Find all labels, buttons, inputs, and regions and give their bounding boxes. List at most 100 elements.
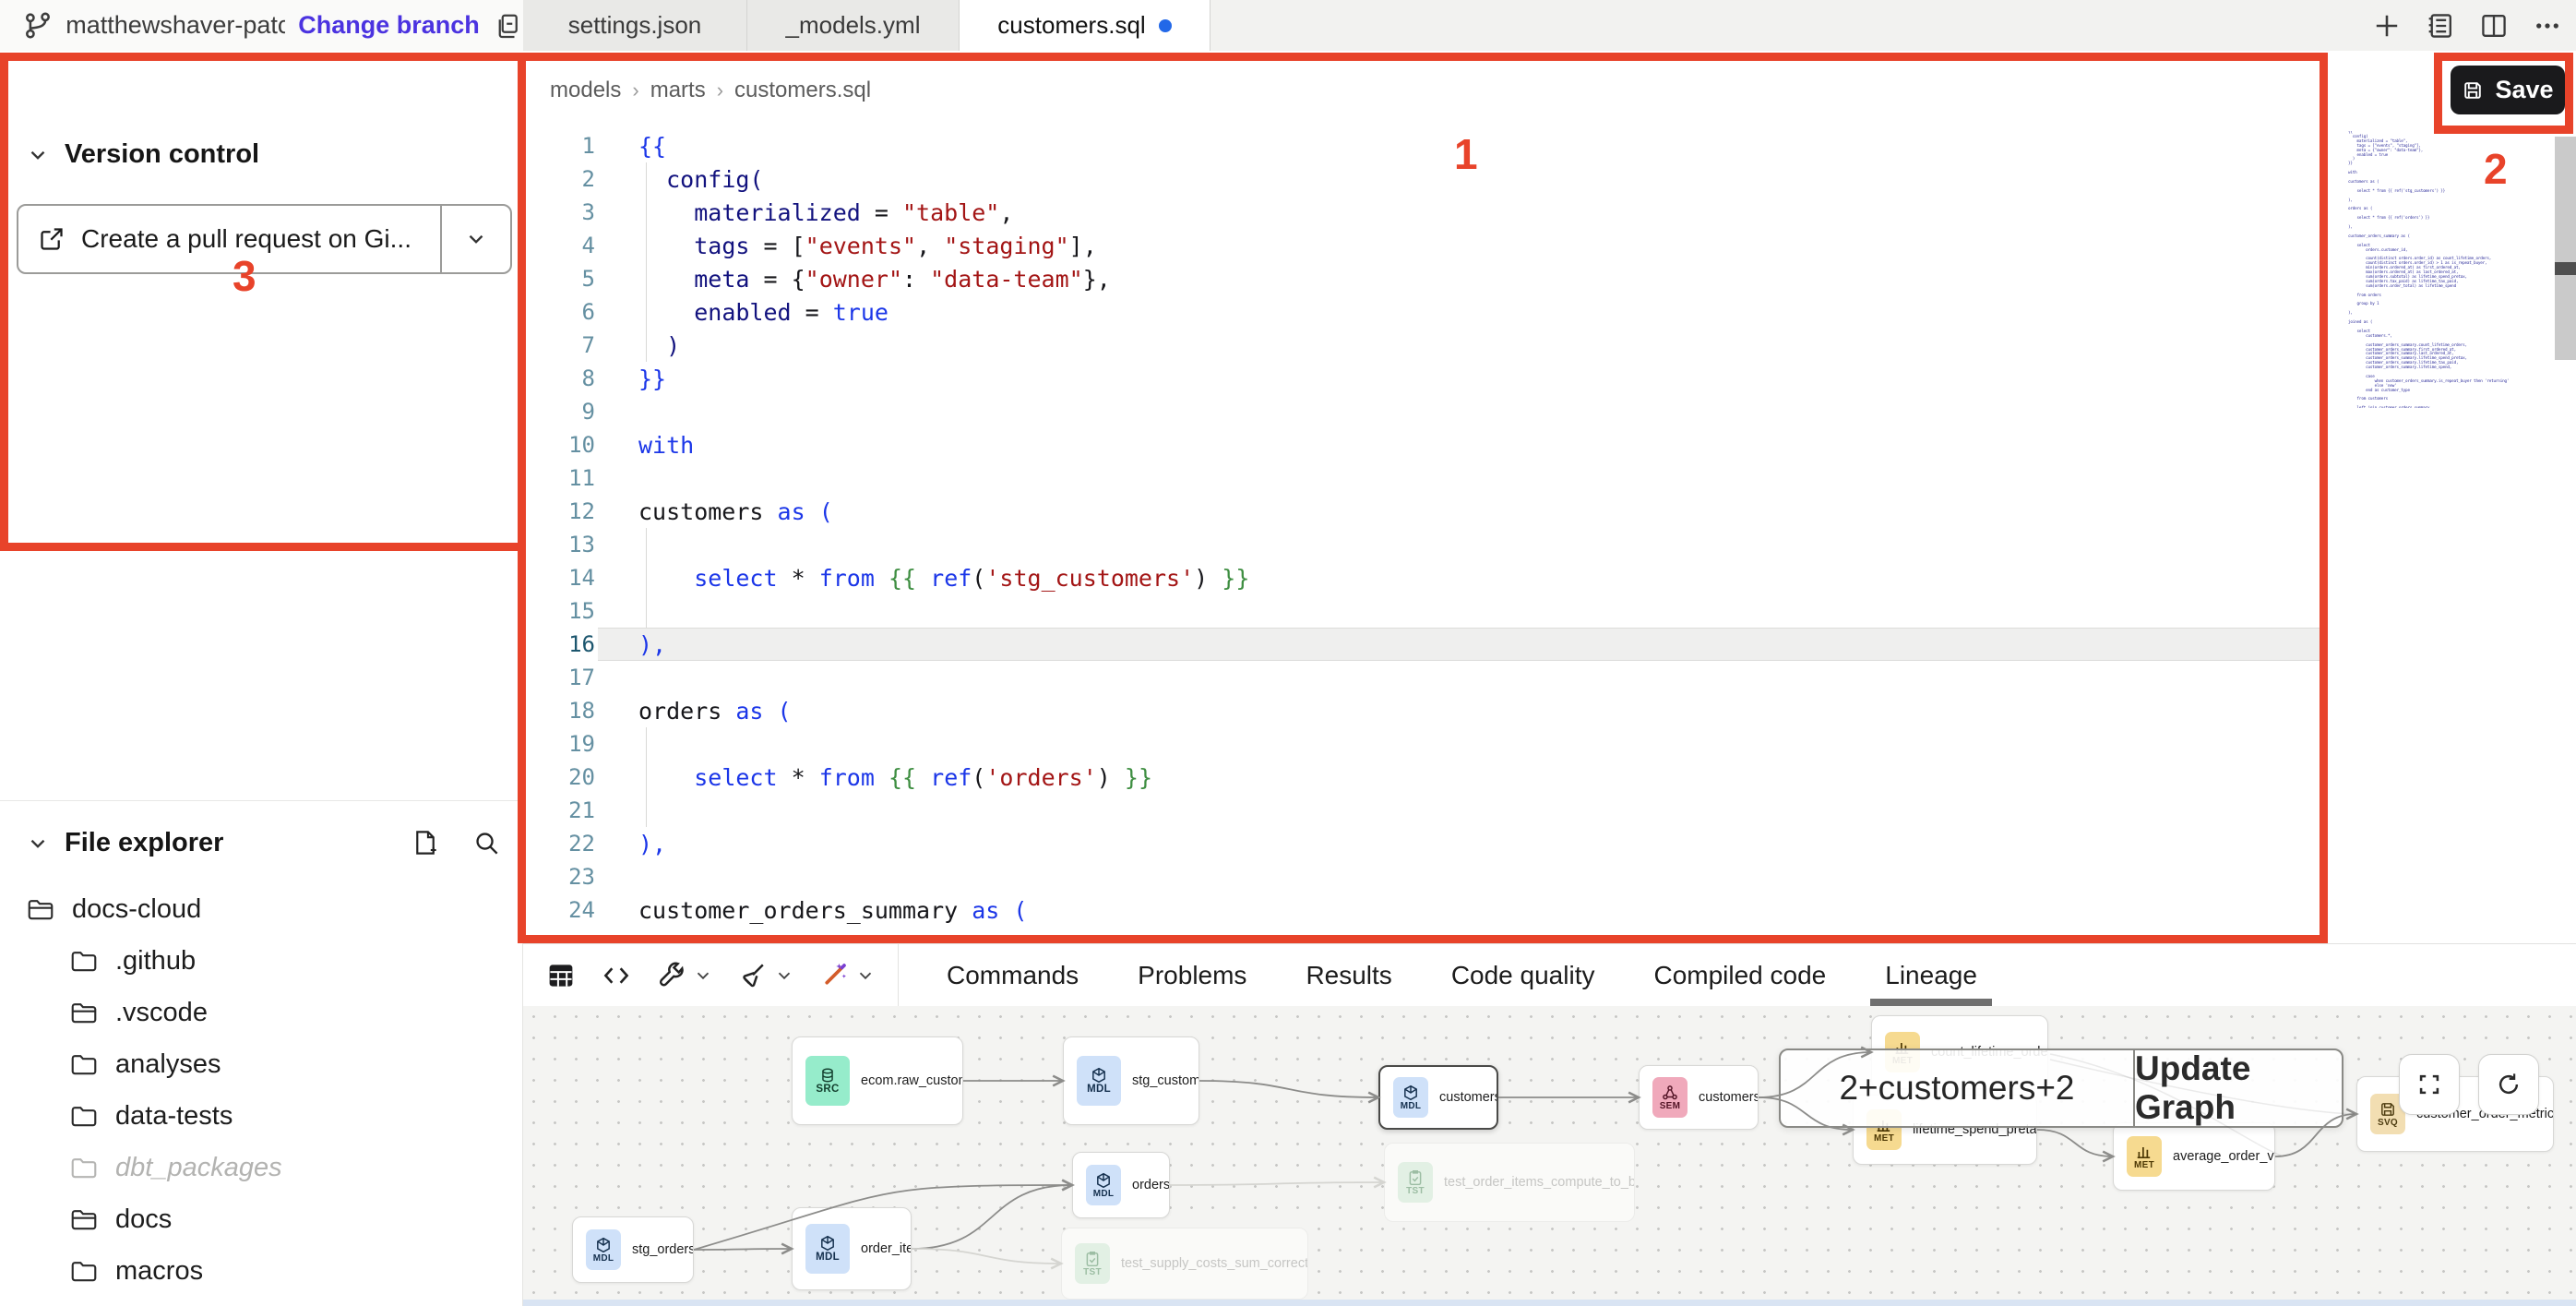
lineage-node-orders[interactable]: MDLorders — [1072, 1152, 1170, 1218]
code-editor[interactable]: 1{{2 config(3 materialized = "table",4 t… — [523, 129, 2320, 927]
code-line-19[interactable]: 19 — [523, 727, 2320, 761]
lineage-scrollbar[interactable] — [523, 1300, 2576, 1306]
lineage-node-stg_orders[interactable]: MDLstg_orders — [572, 1216, 694, 1283]
code-line-17[interactable]: 17 — [523, 661, 2320, 694]
folder-icon — [69, 1154, 99, 1181]
editor-tab-settings.json[interactable]: settings.json — [523, 0, 747, 51]
code-line-16[interactable]: 16), — [523, 628, 2320, 661]
code-line-5[interactable]: 5 meta = {"owner": "data-team"}, — [523, 262, 2320, 295]
change-branch-link[interactable]: Change branch — [298, 11, 480, 40]
code-line-7[interactable]: 7 ) — [523, 329, 2320, 362]
code-line-22[interactable]: 22), — [523, 827, 2320, 860]
preview-table-icon[interactable] — [545, 960, 577, 991]
new-file-icon[interactable] — [411, 828, 440, 857]
file-item-.github[interactable]: .github — [0, 935, 519, 987]
file-item-docs-cloud[interactable]: docs-cloud — [0, 883, 519, 935]
mdl-badge-icon: MDL — [1077, 1056, 1121, 1106]
panel-tab-commands[interactable]: Commands — [947, 944, 1079, 1006]
file-item-dbt_packages[interactable]: dbt_packages — [0, 1142, 519, 1193]
line-number: 2 — [523, 166, 595, 192]
file-item-.vscode[interactable]: .vscode — [0, 987, 519, 1038]
save-button[interactable]: Save — [2451, 66, 2565, 114]
file-drawer-icon[interactable] — [2425, 10, 2456, 42]
editor-scrollbar[interactable] — [2555, 137, 2576, 360]
compile-code-icon[interactable] — [601, 960, 632, 991]
split-editor-icon[interactable] — [2478, 10, 2510, 42]
panel-tab-problems[interactable]: Problems — [1138, 944, 1246, 1006]
code-line-21[interactable]: 21 — [523, 794, 2320, 827]
file-item-docs[interactable]: docs — [0, 1193, 519, 1245]
code-line-14[interactable]: 14 select * from {{ ref('stg_customers')… — [523, 561, 2320, 594]
create-pr-button[interactable]: Create a pull request on Gi... — [17, 204, 512, 274]
editor-tab-_models.yml[interactable]: _models.yml — [747, 0, 960, 51]
code-line-3[interactable]: 3 materialized = "table", — [523, 196, 2320, 229]
code-line-8[interactable]: 8}} — [523, 362, 2320, 395]
panel-tab-lineage[interactable]: Lineage — [1885, 944, 1977, 1006]
panel-tab-results[interactable]: Results — [1306, 944, 1391, 1006]
file-name: data-tests — [115, 1101, 233, 1132]
copilot-wand-icon[interactable] — [818, 960, 876, 991]
chevron-down-icon[interactable] — [774, 965, 794, 986]
code-line-13[interactable]: 13 — [523, 528, 2320, 561]
build-wrench-icon[interactable] — [656, 960, 713, 991]
code-line-12[interactable]: 12customers as ( — [523, 495, 2320, 528]
chevron-down-icon[interactable] — [855, 965, 876, 986]
lineage-node-test_supply_costs_sum_correctly[interactable]: TSTtest_supply_costs_sum_correctly — [1061, 1228, 1308, 1300]
refresh-button[interactable] — [2478, 1054, 2539, 1115]
pr-button-caret[interactable] — [440, 206, 510, 272]
search-icon[interactable] — [471, 828, 501, 857]
file-item-macros[interactable]: macros — [0, 1245, 519, 1297]
chevron-down-icon[interactable] — [693, 965, 713, 986]
save-label: Save — [2495, 76, 2553, 104]
lineage-node-order_items[interactable]: MDLorder_items — [792, 1207, 912, 1290]
node-label: test_supply_costs_sum_correctly — [1121, 1256, 1307, 1272]
code-line-1[interactable]: 1{{ — [523, 129, 2320, 162]
panel-tab-code-quality[interactable]: Code quality — [1451, 944, 1595, 1006]
file-item-models[interactable]: models — [0, 1297, 519, 1306]
lineage-node-stg_customers[interactable]: MDLstg_customers — [1063, 1036, 1199, 1125]
line-number: 8 — [523, 365, 595, 391]
file-explorer-header[interactable]: File explorer — [26, 828, 223, 858]
line-number: 3 — [523, 199, 595, 225]
line-number: 10 — [523, 432, 595, 458]
code-line-6[interactable]: 6 enabled = true — [523, 295, 2320, 329]
editor-tab-customers.sql[interactable]: customers.sql — [960, 0, 1210, 51]
code-line-24[interactable]: 24customer_orders_summary as ( — [523, 893, 2320, 927]
chevron-down-icon — [464, 227, 488, 251]
file-item-analyses[interactable]: analyses — [0, 1038, 519, 1090]
panel-tab-compiled-code[interactable]: Compiled code — [1653, 944, 1826, 1006]
code-line-11[interactable]: 11 — [523, 461, 2320, 495]
editor-scrollbar-thumb[interactable] — [2555, 262, 2576, 275]
code-line-4[interactable]: 4 tags = ["events", "staging"], — [523, 229, 2320, 262]
code-line-15[interactable]: 15 — [523, 594, 2320, 628]
lineage-node-average_order_value[interactable]: METaverage_order_value — [2113, 1122, 2275, 1191]
code-line-20[interactable]: 20 select * from {{ ref('orders') }} — [523, 761, 2320, 794]
lineage-node-customers[interactable]: SEMcustomers — [1639, 1065, 1759, 1130]
code-line-10[interactable]: 10with — [523, 428, 2320, 461]
format-broom-icon[interactable] — [737, 960, 794, 991]
breadcrumb-segment[interactable]: marts — [650, 78, 706, 103]
fullscreen-button[interactable] — [2399, 1054, 2460, 1115]
update-graph-button[interactable]: Update Graph — [2135, 1050, 2342, 1126]
editor-minimap[interactable]: {{ config( materialized = "table", tags … — [2348, 131, 2544, 408]
node-label: order_items — [861, 1241, 911, 1257]
version-control-header[interactable]: Version control — [26, 139, 259, 170]
folder-icon — [69, 1050, 99, 1078]
file-name: docs-cloud — [72, 894, 201, 925]
breadcrumb-segment[interactable]: models — [550, 78, 621, 103]
copy-branch-icon[interactable] — [493, 10, 523, 42]
code-line-18[interactable]: 18orders as ( — [523, 694, 2320, 727]
chevron-down-icon — [26, 143, 50, 167]
new-tab-icon[interactable] — [2371, 10, 2403, 42]
lineage-node-customers[interactable]: MDLcustomers — [1378, 1065, 1498, 1130]
file-item-data-tests[interactable]: data-tests — [0, 1090, 519, 1142]
lineage-node-test_order_items_compute_to_bools_correctly[interactable]: TSTtest_order_items_compute_to_bools_cor… — [1384, 1143, 1635, 1222]
breadcrumb-segment[interactable]: customers.sql — [734, 78, 871, 103]
code-line-2[interactable]: 2 config( — [523, 162, 2320, 196]
code-line-9[interactable]: 9 — [523, 395, 2320, 428]
more-options-icon[interactable] — [2532, 10, 2563, 42]
lineage-selector-input[interactable]: 2+customers+2 — [1781, 1050, 2133, 1126]
code-line-23[interactable]: 23 — [523, 860, 2320, 893]
lineage-node-ecom.raw_customers[interactable]: SRCecom.raw_customers — [792, 1036, 963, 1125]
file-name: .github — [115, 946, 196, 977]
